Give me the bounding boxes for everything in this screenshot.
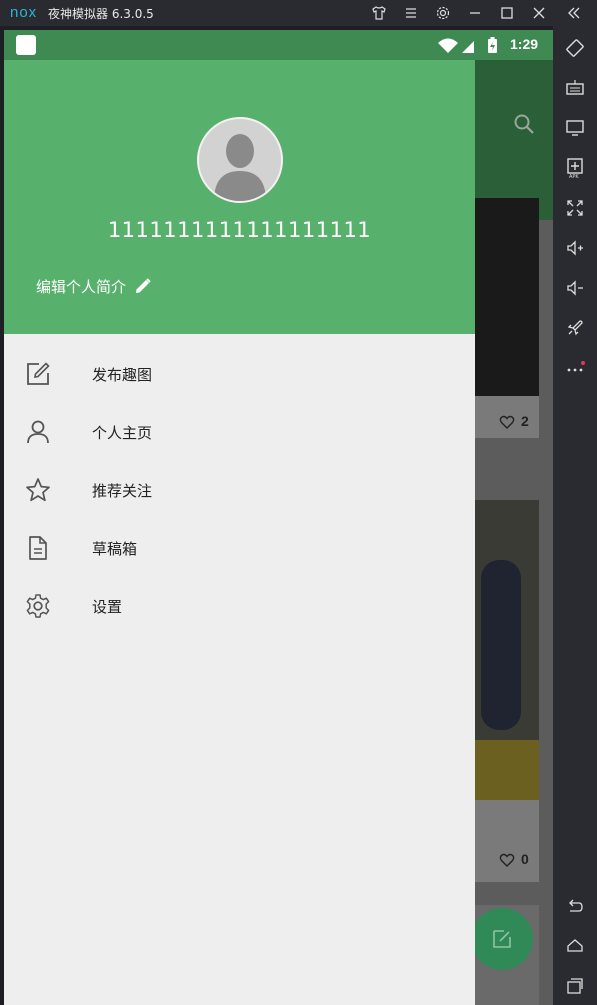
menu-item-drafts[interactable]: 草稿箱: [4, 519, 475, 577]
signal-battery-icons: [438, 37, 497, 53]
volume-down-icon[interactable]: [563, 276, 587, 300]
close-icon[interactable]: [529, 3, 549, 23]
recent-apps-icon[interactable]: [563, 974, 587, 998]
feed-image: [475, 500, 539, 800]
status-bar: 1:29: [4, 30, 553, 60]
pencil-icon: [136, 278, 151, 293]
maximize-icon[interactable]: [497, 3, 517, 23]
edit-square-icon: [25, 361, 51, 387]
avatar[interactable]: [197, 117, 283, 203]
rocket-icon[interactable]: [563, 316, 587, 340]
menu-icon[interactable]: [401, 3, 421, 23]
background-feed-card: 0: [475, 500, 539, 882]
menu-item-publish[interactable]: 发布趣图: [4, 345, 475, 403]
document-icon: [25, 535, 51, 561]
home-icon[interactable]: [563, 934, 587, 958]
fullscreen-icon[interactable]: [563, 196, 587, 220]
menu-item-label: 推荐关注: [92, 481, 153, 500]
heart-icon: [499, 415, 515, 429]
notification-icon: [16, 35, 36, 55]
default-avatar-icon: [214, 134, 266, 201]
background-feed-card: 2: [475, 198, 539, 438]
edit-bio-button[interactable]: 编辑个人简介: [36, 275, 152, 297]
menu-item-recommended[interactable]: 推荐关注: [4, 461, 475, 519]
status-time: 1:29: [510, 36, 539, 52]
minimize-icon[interactable]: [465, 3, 485, 23]
volume-up-icon[interactable]: [563, 236, 587, 260]
settings-icon[interactable]: [433, 3, 453, 23]
like-count: 0: [521, 851, 529, 867]
navigation-drawer: 1111111111111111111 编辑个人简介 发布趣图 个人主页 推荐关…: [4, 60, 475, 1005]
edit-bio-label: 编辑个人简介: [36, 277, 127, 296]
like-count: 2: [521, 413, 529, 429]
gear-icon: [25, 593, 51, 619]
feed-image: [475, 198, 539, 396]
android-screen: 1:29 2 0 1111111111111111111 编辑个人简介 发布趣图…: [4, 30, 553, 1005]
menu-item-label: 个人主页: [92, 423, 153, 442]
emulator-toolbar: APK: [553, 26, 597, 1005]
svg-text:APK: APK: [569, 174, 579, 179]
drawer-header: 1111111111111111111 编辑个人简介: [4, 60, 475, 334]
screen-icon[interactable]: [563, 116, 587, 140]
collapse-toolbar-icon[interactable]: [564, 3, 584, 23]
person-icon: [25, 419, 51, 445]
rotate-icon[interactable]: [563, 36, 587, 60]
back-icon[interactable]: [563, 894, 587, 918]
heart-icon: [499, 853, 515, 867]
menu-item-label: 发布趣图: [92, 365, 153, 384]
star-icon: [25, 477, 51, 503]
shirt-icon[interactable]: [369, 3, 389, 23]
compose-icon: [493, 930, 511, 948]
keyboard-icon[interactable]: [563, 76, 587, 100]
emulator-title-bar: nox 夜神模拟器 6.3.0.5: [0, 0, 597, 26]
menu-item-profile[interactable]: 个人主页: [4, 403, 475, 461]
compose-fab[interactable]: [471, 908, 533, 970]
menu-item-label: 草稿箱: [92, 539, 138, 558]
apk-install-icon[interactable]: APK: [563, 156, 587, 180]
menu-item-label: 设置: [92, 597, 123, 616]
username: 1111111111111111111: [107, 218, 372, 242]
more-icon[interactable]: [563, 356, 587, 380]
menu-item-settings[interactable]: 设置: [4, 577, 475, 635]
nox-logo: nox: [10, 4, 38, 21]
window-title: 夜神模拟器 6.3.0.5: [48, 7, 154, 21]
search-icon: [514, 114, 534, 134]
